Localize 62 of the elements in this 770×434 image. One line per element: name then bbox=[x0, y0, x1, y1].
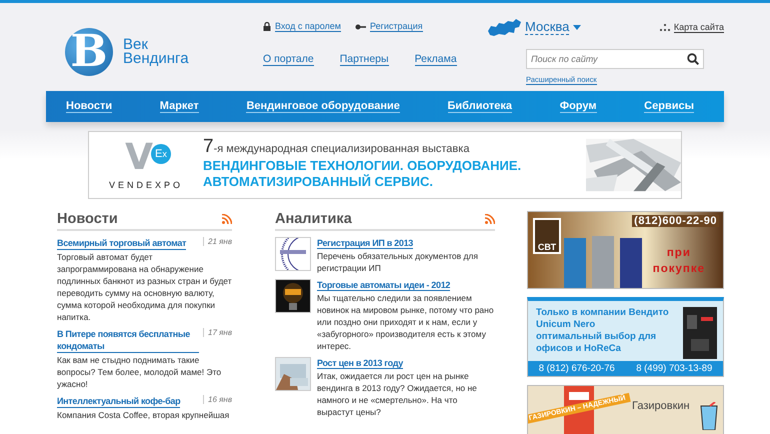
rss-icon[interactable] bbox=[222, 214, 232, 224]
section-title: Аналитика bbox=[275, 211, 352, 227]
banner-title: ВЕНДИНГОВЫЕ ТЕХНОЛОГИИ. ОБОРУДОВАНИЕ. bbox=[203, 158, 522, 174]
news-link[interactable]: Всемирный торговый автомат bbox=[57, 237, 186, 250]
portal-link[interactable]: Партнеры bbox=[340, 53, 389, 66]
news-date: 21 янв bbox=[203, 237, 232, 246]
caret-icon[interactable] bbox=[573, 24, 582, 30]
ad-phone: 8 (499) 703-13-89 bbox=[636, 363, 712, 374]
news-date: 16 янв bbox=[203, 395, 232, 404]
ad-phone: 8 (812) 676-20-76 bbox=[538, 363, 615, 374]
rss-icon[interactable] bbox=[485, 214, 495, 224]
ad-text: Unicum Nero bbox=[536, 319, 596, 331]
ad-banner[interactable]: СВТ (812)600-22-90 при покупке bbox=[527, 211, 724, 289]
header-link[interactable]: Вход с паролем bbox=[275, 21, 341, 32]
ad-logo: СВТ bbox=[533, 218, 561, 254]
menu-item[interactable]: Форум bbox=[560, 100, 596, 113]
portal-link[interactable]: О портале bbox=[263, 53, 314, 66]
search-icon[interactable] bbox=[687, 53, 699, 65]
brand-name: VENDEXPO bbox=[108, 180, 183, 190]
ad-text: оптимальный выбор для bbox=[536, 331, 658, 343]
portal-link[interactable]: Реклама bbox=[414, 53, 457, 66]
ad-text: при bbox=[666, 246, 692, 261]
menu-item[interactable]: Сервисы bbox=[644, 100, 694, 113]
news-date: 17 янв bbox=[203, 328, 232, 337]
ad-text: Газировкин bbox=[632, 400, 690, 412]
ad-phone: (812)600-22-90 bbox=[632, 215, 719, 227]
city-selector[interactable]: Москва bbox=[525, 19, 570, 35]
menu-item[interactable]: Новости bbox=[66, 100, 112, 113]
menu-item[interactable]: Маркет bbox=[160, 100, 199, 113]
search-field[interactable]: Поиск по сайту bbox=[526, 49, 704, 69]
logo-text[interactable]: Вендинга bbox=[123, 52, 189, 66]
banner-headline: 7-я международная специализированная выставка bbox=[203, 136, 470, 158]
ad-text: офисов и HoReCa bbox=[536, 343, 622, 355]
article-link[interactable]: Регистрация ИП в 2013 bbox=[317, 238, 413, 249]
lock-icon bbox=[263, 22, 271, 31]
menu-item[interactable]: Библиотека bbox=[448, 100, 512, 113]
article-summary: Мы тщательно следили за появлением новинок на мировом рынке, потому что рано или поздно они приходят и к нам, если у «забугорного» производителя есть к этому интерес. bbox=[317, 292, 495, 352]
logo-letter: V bbox=[125, 140, 153, 176]
coffee-machine-drawing bbox=[683, 307, 717, 359]
ad-banner[interactable]: Только в компании Вендито Unicum Nero оптимальный выбор для офисов и HoReCa 8 (812) 676-20-76 8 (499) 703-13-89 bbox=[527, 297, 724, 377]
article-link[interactable]: Торговые автоматы идеи - 2012 bbox=[317, 280, 450, 291]
sitemap-icon bbox=[660, 24, 670, 30]
ad-text: Только в компании Вендито bbox=[536, 307, 669, 319]
news-summary: Как вам не стыдно поднимать такие вопросы? Тем более, молодой маме! Это ужасно! bbox=[57, 354, 222, 390]
header-link[interactable]: Регистрация bbox=[370, 21, 423, 32]
news-link[interactable]: В Питере появятся бесплатные кондоматы bbox=[57, 328, 200, 353]
cup-mascot-icon bbox=[700, 402, 718, 430]
sitemap-link[interactable]: Карта сайта bbox=[674, 22, 724, 32]
news-summary: Компания Costa Coffee, вторая крупнейшая bbox=[57, 409, 230, 421]
article-summary: Итак, ожидается ли рост цен на рынке вендинга в 2013 году? Ожидается, но не намного и не «смертельно». На что вырастут цены? bbox=[317, 370, 478, 418]
key-icon bbox=[355, 24, 366, 30]
banner-title: АВТОМАТИЗИРОВАННЫЙ СЕРВИС. bbox=[203, 174, 434, 190]
menu-item[interactable]: Вендинговое оборудование bbox=[246, 100, 400, 113]
logo-text[interactable]: Век bbox=[123, 38, 189, 52]
logo-mark[interactable]: В bbox=[65, 28, 113, 76]
news-summary: Торговый автомат будет запрограммирована на обнаружение подлинных банкнот из разных стран и будет переводить сумму на основную валюту, сумма которой необходима для покупки напитка. bbox=[57, 251, 232, 323]
article-summary: Перечень обязательных документов для регистрации ИП bbox=[317, 250, 479, 274]
article-link[interactable]: Рост цен в 2013 году bbox=[317, 358, 403, 369]
section-title: Новости bbox=[57, 211, 118, 227]
news-link[interactable]: Интеллектуальный кофе-бар bbox=[57, 395, 180, 408]
ad-text: покупке bbox=[652, 262, 705, 277]
russia-map-icon bbox=[487, 17, 521, 37]
